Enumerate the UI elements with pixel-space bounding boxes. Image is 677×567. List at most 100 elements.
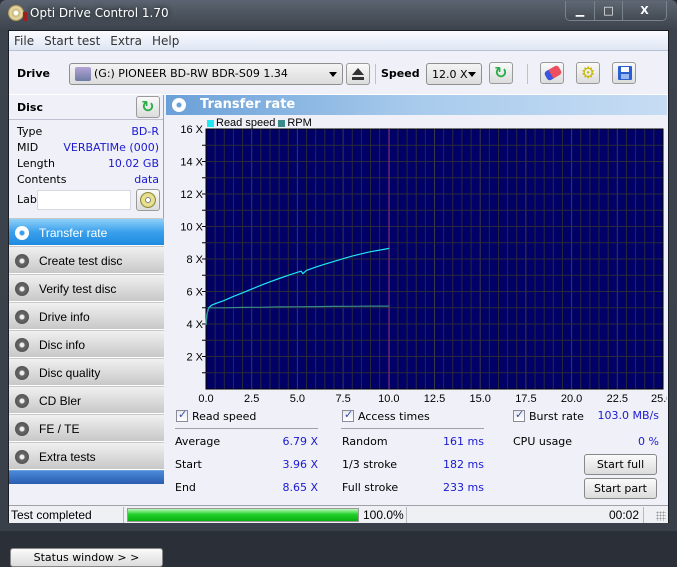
nav-item-verify-test-disc[interactable]: Verify test disc — [9, 274, 164, 302]
menu-extra[interactable]: Extra — [105, 31, 147, 50]
x-tick-label: 0.0 — [198, 393, 213, 405]
chevron-down-icon — [468, 72, 476, 77]
status-text: Test completed — [11, 508, 92, 522]
disc-label-button[interactable] — [136, 189, 160, 211]
status-window-button[interactable]: Status window > > — [10, 548, 163, 567]
disc-title: Disc — [17, 101, 43, 114]
y-tick-label: 10 X — [180, 222, 203, 234]
elapsed-time: 00:02 — [609, 508, 640, 522]
disc-refresh-button[interactable] — [136, 96, 160, 118]
nav-item-label: Transfer rate — [39, 226, 108, 240]
settings-button[interactable] — [576, 62, 600, 84]
random-label: Random — [342, 435, 388, 448]
random-value: 161 ms — [443, 435, 484, 448]
disc-mid-label: MID — [17, 141, 39, 154]
stats-panel: Read speed Average 6.79 X Start 3.96 X E… — [166, 406, 667, 506]
window-title: Opti Drive Control 1.70 — [30, 6, 169, 20]
burst-rate-checkbox[interactable] — [513, 408, 525, 422]
nav-item-label: Disc quality — [39, 366, 101, 380]
y-tick-label: 16 X — [180, 124, 203, 136]
read-speed-divider — [175, 428, 318, 429]
minimize-button[interactable]: ▁ — [566, 1, 594, 20]
disc-info-icon — [15, 338, 29, 352]
disc-label-row: Label — [17, 193, 47, 209]
nav-item-drive-info[interactable]: Drive info — [9, 302, 164, 330]
x-tick-label: 5.0 — [290, 393, 305, 405]
app-disc-icon — [8, 5, 27, 21]
nav-item-transfer-rate[interactable]: Transfer rate — [9, 218, 164, 246]
menu-bar: File Start test Extra Help — [9, 31, 668, 51]
transfer-rate-panel: Transfer rate 2 X 4 X 6 X 8 X 10 X 12 X 14 X 16… — [166, 95, 667, 505]
burst-rate-value: 103.0 MB/s — [597, 409, 659, 422]
fe-te-icon — [15, 422, 29, 436]
nav-item-fe-te[interactable]: FE / TE — [9, 414, 164, 442]
start-full-button[interactable]: Start full — [584, 454, 657, 475]
section-header: Transfer rate — [166, 95, 667, 115]
disc-type-row: Type BD-R — [17, 125, 159, 141]
nav-item-label: Create test disc — [39, 254, 123, 268]
start-label: Start — [175, 458, 202, 471]
nav-item-label: Disc info — [39, 338, 86, 352]
speed-select[interactable]: 12.0 X — [426, 63, 482, 85]
x-tick-label: 22.5 — [607, 393, 628, 405]
access-times-label: Access times — [358, 410, 430, 423]
status-bar: Test completed 100.0% 00:02 — [9, 505, 668, 523]
progress-bar — [127, 508, 359, 522]
section-title: Transfer rate — [200, 97, 296, 112]
nav-item-cd-bler[interactable]: CD Bler — [9, 386, 164, 414]
menu-file[interactable]: File — [9, 31, 39, 50]
test-nav: Transfer rate Create test disc Verify te… — [9, 218, 164, 484]
access-times-checkbox[interactable] — [342, 408, 354, 422]
menu-start-test[interactable]: Start test — [39, 31, 105, 50]
legend-swatch-rpm — [278, 120, 286, 127]
toolbar-separator — [527, 64, 528, 84]
disc-label-input[interactable] — [37, 190, 131, 210]
x-tick-label: 2.5 — [244, 393, 259, 405]
read-speed-label: Read speed — [192, 410, 257, 423]
disc-length-row: Length 10.02 GB — [17, 157, 159, 173]
extra-tests-icon — [15, 450, 29, 464]
window-controls: ▁ □ X — [565, 1, 667, 21]
nav-spacer — [9, 470, 164, 484]
app-window: Opti Drive Control 1.70 ▁ □ X File Start… — [0, 0, 677, 567]
save-button[interactable] — [612, 62, 636, 84]
one-third-stroke-label: 1/3 stroke — [342, 458, 397, 471]
nav-item-create-test-disc[interactable]: Create test disc — [9, 246, 164, 274]
nav-item-disc-info[interactable]: Disc info — [9, 330, 164, 358]
refresh-speed-button[interactable] — [489, 62, 513, 84]
access-times-divider — [341, 428, 484, 429]
drive-select-value: (G:) PIONEER BD-RW BDR-S09 1.34 — [94, 67, 288, 80]
close-button[interactable]: X — [622, 1, 666, 20]
chart-legend: Read speed RPM — [207, 117, 312, 129]
gear-icon — [581, 63, 597, 82]
verify-disc-icon — [15, 282, 29, 296]
start-part-button[interactable]: Start part — [584, 478, 657, 499]
refresh-icon — [494, 63, 509, 82]
eject-icon — [352, 68, 364, 80]
eject-button[interactable] — [346, 63, 370, 85]
end-label: End — [175, 481, 196, 494]
erase-button[interactable] — [540, 62, 564, 84]
end-value: 8.65 X — [282, 481, 318, 494]
one-third-stroke-value: 182 ms — [443, 458, 484, 471]
legend-label-rpm: RPM — [287, 117, 312, 129]
average-label: Average — [175, 435, 221, 448]
nav-item-extra-tests[interactable]: Extra tests — [9, 442, 164, 470]
client-area: File Start test Extra Help Drive (G:) PI… — [8, 30, 669, 567]
y-tick-label: 12 X — [180, 189, 203, 201]
nav-item-label: Verify test disc — [39, 282, 117, 296]
drive-info-icon — [15, 310, 29, 324]
disc-header: Disc — [9, 95, 163, 120]
y-tick-label: 8 X — [186, 254, 203, 266]
drive-icon — [75, 67, 91, 81]
x-tick-label: 7.5 — [335, 393, 350, 405]
resize-grip[interactable] — [656, 511, 666, 521]
full-stroke-label: Full stroke — [342, 481, 399, 494]
maximize-button[interactable]: □ — [594, 1, 622, 20]
nav-item-disc-quality[interactable]: Disc quality — [9, 358, 164, 386]
read-speed-checkbox[interactable] — [176, 408, 188, 422]
transfer-rate-chart: 2 X 4 X 6 X 8 X 10 X 12 X 14 X 16 X 0.0 2.5 5.0 7.5… — [180, 124, 667, 405]
drive-select[interactable]: (G:) PIONEER BD-RW BDR-S09 1.34 — [69, 63, 343, 85]
menu-help[interactable]: Help — [147, 31, 184, 50]
disc-contents-row: Contents data — [17, 173, 159, 189]
